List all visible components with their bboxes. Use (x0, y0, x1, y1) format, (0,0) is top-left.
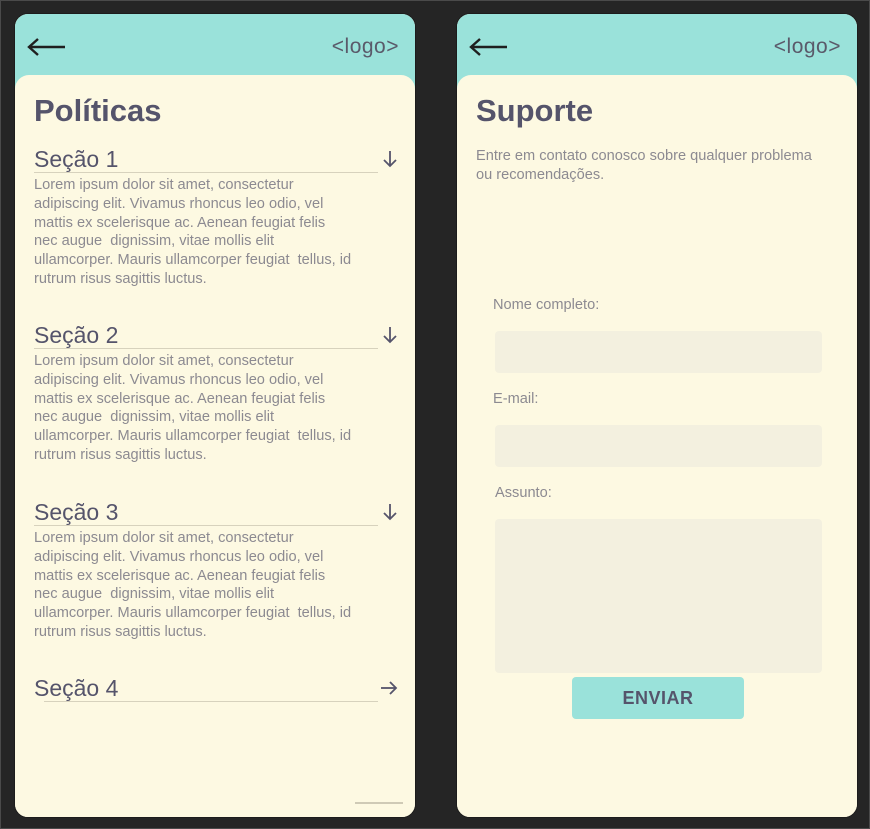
name-label: Nome completo: (493, 297, 600, 313)
canvas: <logo> Políticas Seção 1 Lorem ipsum dol… (0, 0, 870, 829)
section-4-header[interactable]: Seção 4 (34, 669, 406, 702)
arrow-left-icon (27, 38, 65, 56)
arrow-down-icon (383, 151, 397, 168)
email-field[interactable] (495, 425, 822, 467)
section-text: Lorem ipsum dolor sit amet, consectetur … (34, 177, 352, 287)
arrow-right-icon (381, 681, 398, 695)
back-button[interactable] (469, 36, 509, 58)
section-3-header[interactable]: Seção 3 (34, 493, 406, 526)
arrow-left-icon (469, 38, 507, 56)
arrow-down-icon (383, 327, 397, 344)
section-divider (44, 701, 378, 702)
page-title: Políticas (34, 93, 162, 128)
logo: <logo> (773, 35, 841, 58)
section-label: Seção 3 (34, 499, 119, 525)
support-screen: <logo> Suporte Entre em contato conosco … (456, 13, 858, 818)
section-label: Seção 1 (34, 146, 119, 172)
page-subtitle: Entre em contato conosco sobre qualquer … (476, 148, 812, 183)
logo: <logo> (331, 35, 399, 58)
policies-content: Políticas Seção 1 Lorem ipsum dolor sit … (15, 75, 415, 817)
subject-label: Assunto: (495, 485, 552, 501)
section-2: Seção 2 Lorem ipsum dolor sit amet, cons… (34, 316, 406, 465)
arrow-down-icon (383, 504, 397, 521)
send-button[interactable]: ENVIAR (572, 677, 744, 719)
section-text: Lorem ipsum dolor sit amet, consectetur … (34, 530, 352, 640)
subject-field[interactable] (495, 519, 822, 673)
support-content: Suporte Entre em contato conosco sobre q… (457, 75, 857, 817)
name-field[interactable] (495, 331, 822, 373)
section-1-header[interactable]: Seção 1 (34, 140, 406, 173)
section-4: Seção 4 (34, 669, 406, 702)
home-indicator (355, 802, 403, 804)
email-label: E-mail: (493, 391, 539, 407)
section-text: Lorem ipsum dolor sit amet, consectetur … (34, 353, 352, 463)
section-2-header[interactable]: Seção 2 (34, 316, 406, 349)
section-3: Seção 3 Lorem ipsum dolor sit amet, cons… (34, 493, 406, 642)
section-divider (34, 525, 378, 526)
section-divider (34, 172, 378, 173)
section-1: Seção 1 Lorem ipsum dolor sit amet, cons… (34, 140, 406, 289)
back-button[interactable] (27, 36, 67, 58)
section-label: Seção 2 (34, 322, 119, 348)
policies-screen: <logo> Políticas Seção 1 Lorem ipsum dol… (14, 13, 416, 818)
page-title: Suporte (476, 93, 594, 128)
section-divider (34, 348, 378, 349)
section-label: Seção 4 (34, 675, 119, 701)
